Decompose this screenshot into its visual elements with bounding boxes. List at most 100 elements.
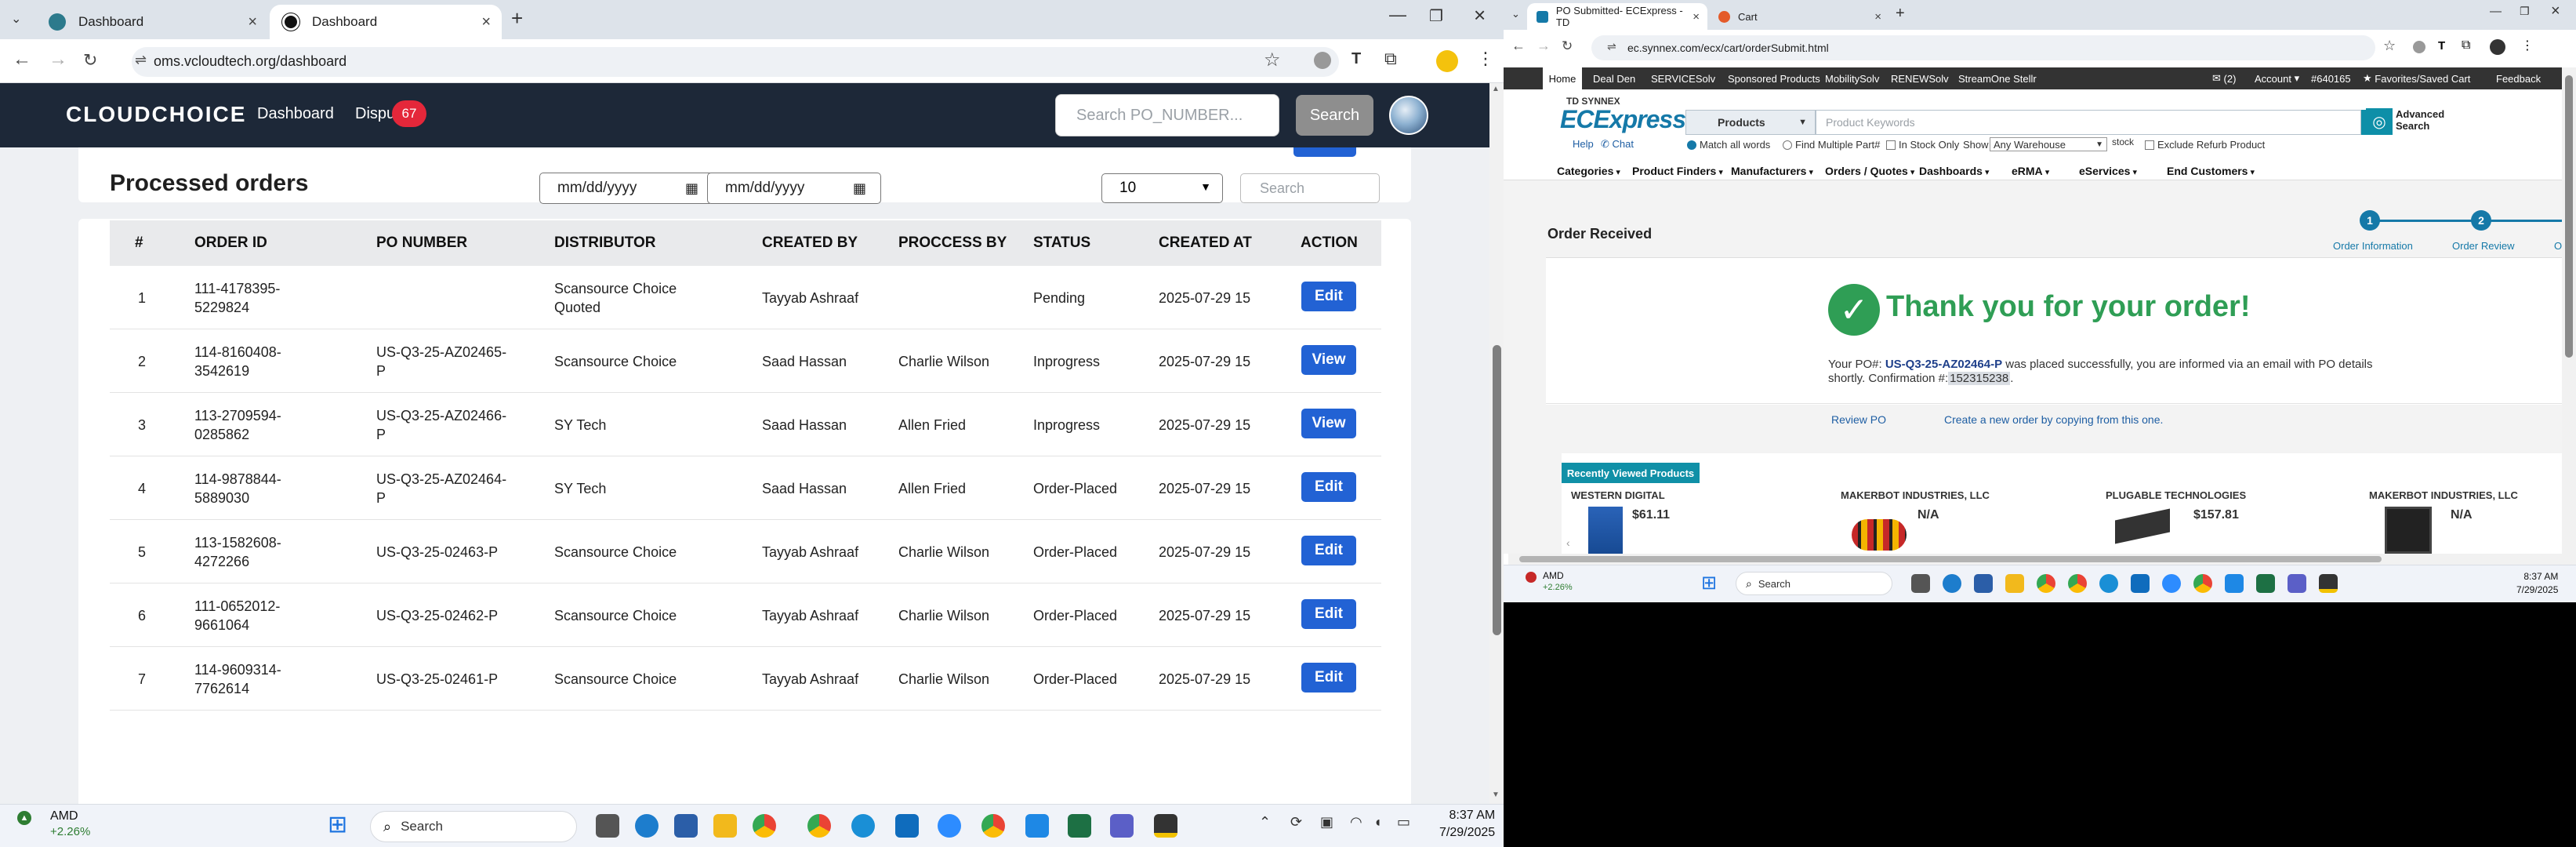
menu-end-customers[interactable]: End Customers ▾: [2167, 165, 2255, 177]
menu-kebab-icon[interactable]: ⋮: [2521, 38, 2534, 53]
file-explorer-icon[interactable]: [2005, 574, 2024, 593]
teams-icon[interactable]: [2288, 574, 2306, 593]
nav-dashboard-link[interactable]: Dashboard: [257, 105, 334, 123]
edit-button[interactable]: Edit: [1301, 536, 1356, 565]
warehouse-select[interactable]: Any Warehouse ▼: [1990, 137, 2107, 151]
close-tab-icon[interactable]: ×: [481, 13, 491, 31]
back-icon[interactable]: ←: [13, 49, 31, 71]
view-button[interactable]: View: [1301, 409, 1356, 438]
bookmark-star-icon[interactable]: ☆: [1264, 49, 1281, 71]
extension-icon[interactable]: [1314, 52, 1331, 69]
tab-search-icon[interactable]: ⌄: [11, 11, 21, 27]
menu-product-finders[interactable]: Product Finders ▾: [1632, 165, 1723, 177]
product-keywords-input[interactable]: Product Keywords: [1816, 110, 2361, 135]
edit-button[interactable]: Edit: [1301, 663, 1356, 693]
calculator-icon[interactable]: [1974, 574, 1993, 593]
nav-home[interactable]: Home: [1543, 67, 1582, 89]
stock-widget-icon[interactable]: [1526, 572, 1537, 583]
site-info-icon[interactable]: ⇌: [135, 52, 147, 68]
chrome-icon[interactable]: [2037, 574, 2055, 593]
photos-icon[interactable]: [1025, 814, 1049, 838]
menu-manufacturers[interactable]: Manufacturers ▾: [1731, 165, 1813, 177]
calculator-icon[interactable]: [674, 814, 698, 838]
bookmark-star-icon[interactable]: ☆: [2383, 38, 2396, 54]
teams-icon[interactable]: [1110, 814, 1134, 838]
maximize-icon[interactable]: ❐: [2520, 5, 2530, 18]
product-vendor[interactable]: WESTERN DIGITAL: [1571, 489, 1665, 501]
ecexpress-logo[interactable]: ECExpress: [1560, 105, 1686, 134]
product-image[interactable]: [1588, 507, 1623, 554]
stock-name[interactable]: AMD: [1543, 570, 1564, 581]
user-avatar[interactable]: [1389, 96, 1428, 135]
search-category-select[interactable]: Products ▼: [1685, 110, 1816, 135]
maximize-icon[interactable]: ❐: [1429, 6, 1443, 26]
chrome-icon-2[interactable]: [981, 814, 1005, 838]
page-size-select[interactable]: 10 ▼: [1101, 173, 1223, 203]
chevron-up-icon[interactable]: ⌃: [1259, 814, 1271, 831]
date-from-input[interactable]: mm/dd/yyyy ▦: [539, 173, 713, 204]
clock[interactable]: 8:37 AM 7/29/2025: [1439, 807, 1495, 842]
stock-widget-icon[interactable]: ▲: [17, 811, 31, 825]
clock[interactable]: 8:37 AM 7/29/2025: [2516, 570, 2558, 597]
create-new-order-link[interactable]: Create a new order by copying from this …: [1944, 413, 2163, 426]
forward-icon[interactable]: →: [49, 49, 67, 71]
confirmation-number[interactable]: 152315238: [1948, 372, 2011, 385]
sync-icon[interactable]: ⟳: [1290, 814, 1302, 831]
cloudchoice-logo[interactable]: CLOUDCHOICE: [66, 102, 246, 127]
url-text[interactable]: oms.vcloudtech.org/dashboard: [154, 53, 346, 70]
volume-icon[interactable]: ◖: [1373, 814, 1382, 831]
nav-feedback[interactable]: Feedback: [2496, 67, 2541, 89]
taskbar-search[interactable]: ⌕ Search: [370, 811, 577, 842]
outlook-icon[interactable]: [895, 814, 919, 838]
minimize-icon[interactable]: —: [1389, 5, 1406, 25]
edge-dev-icon[interactable]: [635, 814, 659, 838]
po-search-button[interactable]: Search: [1296, 95, 1373, 136]
partial-button[interactable]: [1293, 147, 1356, 157]
vertical-scrollbar-thumb[interactable]: [2565, 75, 2573, 358]
minimize-icon[interactable]: —: [2490, 5, 2502, 18]
sticky-app-icon[interactable]: [1154, 814, 1177, 838]
advanced-search-icon[interactable]: ◎: [2366, 108, 2393, 135]
outlook-icon[interactable]: [2131, 574, 2150, 593]
browser-tab-po-submitted[interactable]: PO Submitted- ECExpress - TD ×: [1527, 3, 1707, 30]
tray-app-icon[interactable]: ▣: [1320, 814, 1333, 831]
menu-kebab-icon[interactable]: ⋮: [1477, 49, 1494, 69]
site-info-icon[interactable]: ⇌: [1607, 40, 1616, 53]
tab-search-icon[interactable]: ⌄: [1511, 8, 1520, 20]
table-search-input[interactable]: Search: [1240, 173, 1380, 203]
excel-icon[interactable]: [2256, 574, 2275, 593]
file-explorer-icon[interactable]: [713, 814, 737, 838]
po-number-link[interactable]: US-Q3-25-AZ02464-P: [1885, 358, 2002, 371]
nav-deal-den[interactable]: Deal Den: [1593, 67, 1635, 89]
nav-account[interactable]: Account ▾: [2255, 67, 2299, 89]
task-view-icon[interactable]: [1911, 574, 1930, 593]
edit-button[interactable]: Edit: [1301, 599, 1356, 629]
product-vendor[interactable]: MAKERBOT INDUSTRIES, LLC: [2369, 489, 2518, 501]
back-icon[interactable]: ←: [1511, 38, 1526, 54]
carousel-prev-icon[interactable]: ‹: [1566, 536, 1570, 549]
photos-icon[interactable]: [2225, 574, 2244, 593]
nav-servicesolv[interactable]: SERVICESolv: [1651, 67, 1715, 89]
find-multiple-part-radio[interactable]: Find Multiple Part#: [1783, 139, 1880, 151]
nav-renewsolv[interactable]: RENEWSolv: [1891, 67, 1949, 89]
advanced-search-link[interactable]: Advanced Search: [2396, 108, 2451, 132]
po-search-input[interactable]: Search PO_NUMBER...: [1055, 94, 1279, 136]
horizontal-scrollbar-thumb[interactable]: [1519, 556, 2382, 562]
view-button[interactable]: View: [1301, 345, 1356, 375]
menu-dashboards[interactable]: Dashboards ▾: [1919, 165, 1990, 177]
reader-mode-icon[interactable]: T: [2438, 39, 2445, 53]
menu-eservices[interactable]: eServices ▾: [2079, 165, 2137, 177]
stock-name[interactable]: AMD: [50, 809, 78, 823]
extensions-puzzle-icon[interactable]: ⧉: [2462, 38, 2470, 53]
edit-button[interactable]: Edit: [1301, 282, 1356, 311]
wifi-icon[interactable]: ◠: [1350, 814, 1362, 831]
product-vendor[interactable]: MAKERBOT INDUSTRIES, LLC: [1841, 489, 1990, 501]
match-all-words-radio[interactable]: Match all words: [1687, 139, 1770, 151]
new-tab-icon[interactable]: +: [511, 6, 523, 31]
browser-tab-cart[interactable]: Cart ×: [1709, 3, 1889, 30]
chrome-icon[interactable]: [753, 814, 776, 838]
product-image[interactable]: [1852, 519, 1907, 551]
product-image[interactable]: [2385, 507, 2432, 554]
nav-disputes-link[interactable]: Dispu: [355, 105, 395, 123]
menu-erma[interactable]: eRMA ▾: [2012, 165, 2049, 177]
